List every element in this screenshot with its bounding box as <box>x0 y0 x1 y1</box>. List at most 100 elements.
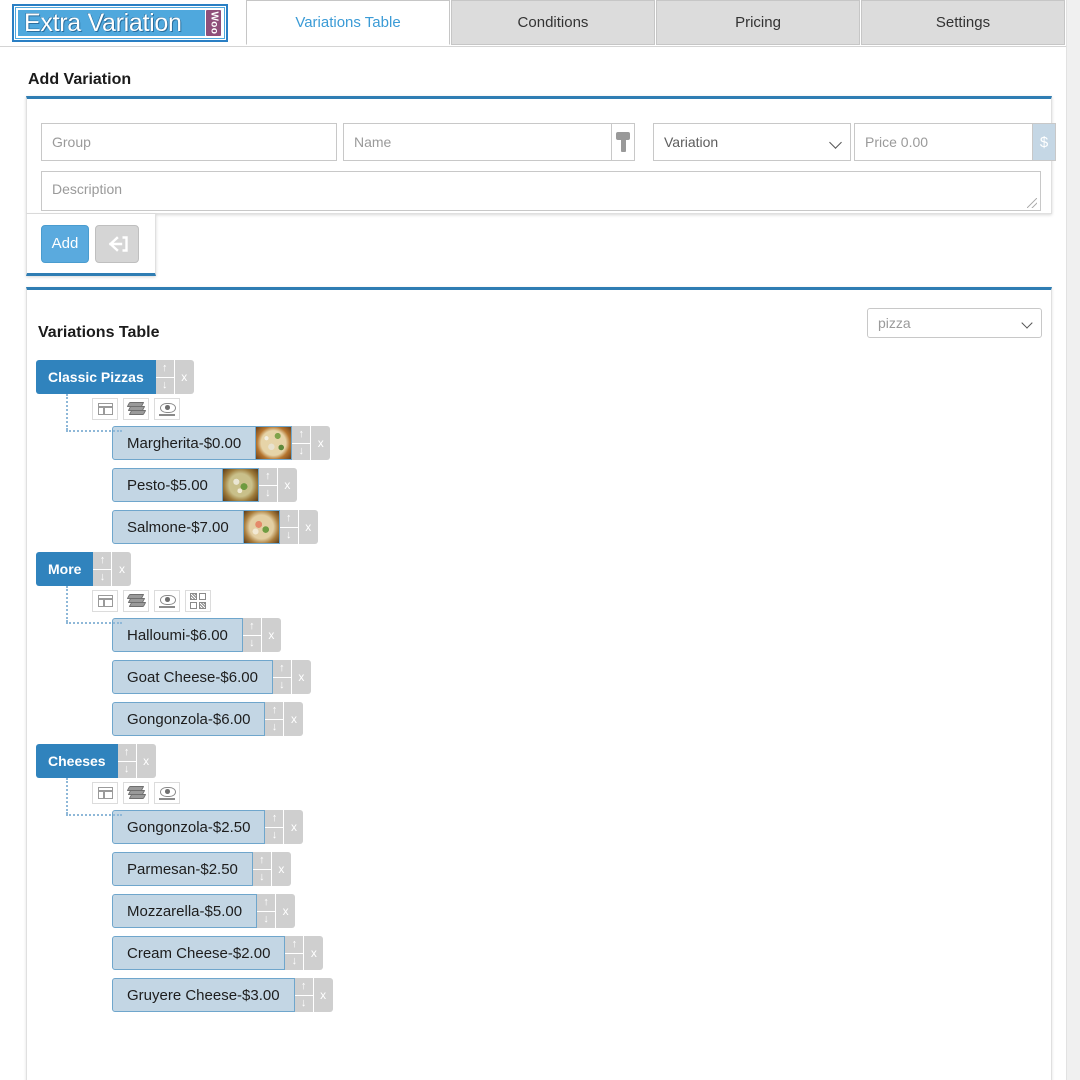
remove-button[interactable]: x <box>310 426 331 460</box>
move-up-button[interactable]: ↑ <box>155 360 174 378</box>
variation-item-label[interactable]: Parmesan-$2.50 <box>112 852 253 886</box>
remove-button[interactable]: x <box>283 810 304 844</box>
move-up-button[interactable]: ↑ <box>93 552 112 570</box>
layers-icon[interactable] <box>123 590 149 612</box>
move-up-button[interactable]: ↑ <box>285 936 304 954</box>
variation-thumbnail[interactable] <box>256 426 293 460</box>
group-name-chip[interactable]: Classic Pizzas <box>36 360 156 394</box>
move-down-button[interactable]: ↓ <box>243 636 261 653</box>
grid-swatch-icon[interactable] <box>185 590 211 612</box>
move-down-button[interactable]: ↓ <box>253 870 271 887</box>
tree-connector-horizontal <box>66 814 122 816</box>
variation-item-label[interactable]: Goat Cheese-$6.00 <box>112 660 273 694</box>
move-down-button[interactable]: ↓ <box>259 486 277 503</box>
remove-button[interactable]: x <box>173 360 194 394</box>
variation-group: Classic Pizzas ↑ ↓ x Margherita-$0.00 ↑ ↓ x Pest… <box>36 360 996 544</box>
variation-item-label[interactable]: Mozzarella-$5.00 <box>112 894 258 928</box>
move-up-button[interactable]: ↑ <box>272 660 291 678</box>
move-up-button[interactable]: ↑ <box>292 426 311 444</box>
move-down-button[interactable]: ↓ <box>257 912 275 929</box>
variation-item-label[interactable]: Pesto-$5.00 <box>112 468 223 502</box>
remove-button[interactable]: x <box>111 552 132 586</box>
tab-bar: Variations Table Conditions Pricing Sett… <box>246 0 1066 47</box>
variation-item-label[interactable]: Gongonzola-$6.00 <box>112 702 266 736</box>
app-root: Extra Variation Woo Variations Table Con… <box>0 0 1080 1080</box>
text-format-icon[interactable] <box>611 123 635 161</box>
variation-item-row: Margherita-$0.00 ↑ ↓ x <box>112 426 996 460</box>
variations-table-title: Variations Table <box>38 324 160 341</box>
tab-conditions[interactable]: Conditions <box>451 0 655 45</box>
remove-button[interactable]: x <box>135 744 156 778</box>
variation-item-row: Gongonzola-$2.50 ↑ ↓ x <box>112 810 996 844</box>
move-down-button[interactable]: ↓ <box>156 378 174 395</box>
remove-button[interactable]: x <box>297 510 318 544</box>
variation-item-label[interactable]: Cream Cheese-$2.00 <box>112 936 286 970</box>
preview-eye-icon[interactable] <box>154 398 180 420</box>
move-up-button[interactable]: ↑ <box>265 702 284 720</box>
group-header-row: Cheeses ↑ ↓ x <box>36 744 996 778</box>
variation-type-select[interactable]: Variation <box>653 123 851 161</box>
move-down-button[interactable]: ↓ <box>285 954 303 971</box>
variation-item-list: Margherita-$0.00 ↑ ↓ x Pesto-$5.00 ↑ ↓ x Salmone… <box>36 426 996 544</box>
tab-variations-table[interactable]: Variations Table <box>246 0 450 45</box>
move-up-button[interactable]: ↑ <box>294 978 313 996</box>
variation-item-label[interactable]: Gruyere Cheese-$3.00 <box>112 978 295 1012</box>
variation-item-row: Pesto-$5.00 ↑ ↓ x <box>112 468 996 502</box>
variation-item-label[interactable]: Halloumi-$6.00 <box>112 618 243 652</box>
move-up-button[interactable]: ↑ <box>242 618 261 636</box>
remove-button[interactable]: x <box>275 894 296 928</box>
remove-button[interactable]: x <box>270 852 291 886</box>
remove-button[interactable]: x <box>260 618 281 652</box>
variation-thumbnail[interactable] <box>243 510 280 544</box>
resize-handle-icon[interactable] <box>1027 198 1037 208</box>
move-up-button[interactable]: ↑ <box>279 510 298 528</box>
description-textarea[interactable]: Description <box>41 171 1041 211</box>
move-down-button[interactable]: ↓ <box>118 762 136 779</box>
preview-eye-icon[interactable] <box>154 782 180 804</box>
variation-item-row: Salmone-$7.00 ↑ ↓ x <box>112 510 996 544</box>
tab-settings[interactable]: Settings <box>861 0 1065 45</box>
layers-icon[interactable] <box>123 398 149 420</box>
move-up-button[interactable]: ↑ <box>252 852 271 870</box>
variation-item-row: Cream Cheese-$2.00 ↑ ↓ x <box>112 936 996 970</box>
variation-item-label[interactable]: Salmone-$7.00 <box>112 510 244 544</box>
remove-button[interactable]: x <box>312 978 333 1012</box>
move-up-button[interactable]: ↑ <box>257 894 276 912</box>
page-scroll-gutter[interactable] <box>1066 0 1080 1080</box>
table-icon[interactable] <box>92 782 118 804</box>
move-down-button[interactable]: ↓ <box>292 444 310 461</box>
product-select[interactable]: pizza <box>867 308 1042 338</box>
table-icon[interactable] <box>92 398 118 420</box>
add-button[interactable]: Add <box>41 224 89 263</box>
group-name-chip[interactable]: Cheeses <box>36 744 118 778</box>
table-icon[interactable] <box>92 590 118 612</box>
remove-button[interactable]: x <box>290 660 311 694</box>
variation-item-label[interactable]: Gongonzola-$2.50 <box>112 810 266 844</box>
tab-pricing[interactable]: Pricing <box>656 0 860 45</box>
move-down-button[interactable]: ↓ <box>265 720 283 737</box>
move-down-button[interactable]: ↓ <box>273 678 291 695</box>
layers-icon[interactable] <box>123 782 149 804</box>
app-logo: Extra Variation Woo <box>12 4 228 42</box>
preview-eye-icon[interactable] <box>154 590 180 612</box>
move-up-button[interactable]: ↑ <box>265 810 284 828</box>
move-up-button[interactable]: ↑ <box>117 744 136 762</box>
tab-label: Settings <box>935 14 991 31</box>
group-input[interactable]: Group <box>41 123 337 161</box>
top-bar: Extra Variation Woo Variations Table Con… <box>0 0 1066 47</box>
move-down-button[interactable]: ↓ <box>265 828 283 845</box>
remove-button[interactable]: x <box>303 936 324 970</box>
move-down-button[interactable]: ↓ <box>280 528 298 545</box>
group-name-chip[interactable]: More <box>36 552 94 586</box>
variation-thumbnail[interactable] <box>222 468 259 502</box>
remove-button[interactable]: x <box>276 468 297 502</box>
variation-item-label[interactable]: Margherita-$0.00 <box>112 426 257 460</box>
reorder-arrows: ↑ ↓ <box>265 702 284 737</box>
name-input[interactable]: Name <box>343 123 611 161</box>
move-down-button[interactable]: ↓ <box>93 570 111 587</box>
remove-button[interactable]: x <box>283 702 304 736</box>
import-arrow-icon[interactable] <box>95 224 139 263</box>
price-input[interactable]: Price 0.00 <box>854 123 1032 161</box>
move-down-button[interactable]: ↓ <box>295 996 313 1013</box>
move-up-button[interactable]: ↑ <box>258 468 277 486</box>
